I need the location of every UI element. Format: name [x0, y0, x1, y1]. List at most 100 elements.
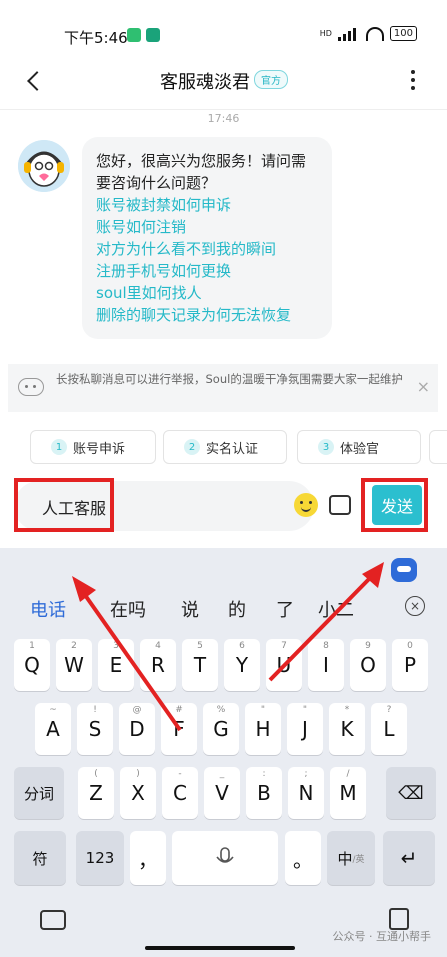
faq-link[interactable]: 账号被封禁如何申诉 — [96, 194, 318, 216]
faq-link[interactable]: soul里如何找人 — [96, 282, 318, 304]
lang-sub: /英 — [352, 854, 365, 865]
lang-main: 中 — [337, 849, 353, 868]
chip-number: 1 — [51, 439, 67, 455]
app-notification-icon — [127, 28, 141, 42]
quick-reply-chip-partial[interactable] — [429, 430, 447, 464]
key-fenci[interactable]: 分词 — [14, 767, 64, 819]
key-label: F — [173, 717, 185, 741]
service-bot-avatar-icon — [18, 140, 70, 192]
more-options-button[interactable] — [403, 68, 423, 92]
key-i[interactable]: 8I — [308, 639, 344, 691]
key-u[interactable]: 7U — [266, 639, 302, 691]
faq-link[interactable]: 对方为什么看不到我的瞬间 — [96, 238, 318, 260]
key-label: Z — [89, 781, 103, 805]
key-period[interactable]: 。 — [285, 831, 321, 885]
close-candidates-icon[interactable]: × — [405, 596, 425, 616]
key-j[interactable]: " J — [287, 703, 323, 755]
faq-link[interactable]: 注册手机号如何更换 — [96, 260, 318, 282]
key-symbols[interactable]: 符 — [14, 831, 66, 885]
keyboard: 电话 在吗 说 的 了 小二 × 1Q2W3E4R5T6Y7U8I9O0P ~ A… — [0, 548, 447, 957]
key-label: W — [64, 653, 84, 677]
candidate-word[interactable]: 说 — [181, 596, 199, 622]
key-b[interactable]: :B — [246, 767, 282, 819]
key-numbers[interactable]: 123 — [76, 831, 124, 885]
candidate-word[interactable]: 的 — [228, 596, 246, 622]
key-label: G — [213, 717, 229, 741]
clipboard-icon[interactable] — [389, 908, 409, 930]
key-r[interactable]: 4R — [140, 639, 176, 691]
key-q[interactable]: 1Q — [14, 639, 50, 691]
space-key[interactable] — [172, 831, 278, 885]
dot-icon — [411, 70, 415, 74]
key-p[interactable]: 0P — [392, 639, 428, 691]
key-label: J — [302, 717, 308, 741]
key-language-toggle[interactable]: 中/英 — [327, 831, 375, 885]
key-e[interactable]: 3E — [98, 639, 134, 691]
back-button[interactable] — [22, 67, 52, 97]
enter-key[interactable]: ↵ — [383, 831, 435, 885]
home-indicator[interactable] — [145, 946, 295, 950]
key-s[interactable]: ! S — [77, 703, 113, 755]
key-secondary-label: / — [346, 769, 350, 779]
key-y[interactable]: 6Y — [224, 639, 260, 691]
key-w[interactable]: 2W — [56, 639, 92, 691]
chip-label: 体验官 — [340, 441, 380, 457]
key-h[interactable]: " H — [245, 703, 281, 755]
official-badge: 官方 — [254, 70, 288, 89]
emoji-icon[interactable] — [294, 493, 318, 517]
key-g[interactable]: % G — [203, 703, 239, 755]
faq-link[interactable]: 删除的聊天记录为何无法恢复 — [96, 304, 318, 326]
key-secondary-label: : — [262, 769, 266, 779]
image-icon[interactable] — [329, 495, 351, 515]
key-secondary-label: ~ — [49, 705, 57, 715]
avatar[interactable] — [18, 140, 70, 192]
key-label: D — [129, 717, 145, 741]
chip-label: 账号申诉 — [73, 441, 126, 457]
close-icon[interactable]: × — [417, 377, 430, 396]
key-v[interactable]: _ V — [204, 767, 240, 819]
candidate-word[interactable]: 电话 — [30, 596, 66, 622]
quick-reply-chip[interactable]: 2 实名认证 — [163, 430, 287, 464]
dot-icon — [411, 86, 415, 90]
quick-reply-chip[interactable]: 1 账号申诉 — [30, 430, 156, 464]
chip-number: 3 — [318, 439, 334, 455]
report-notice: 长按私聊消息可以进行举报，Soul的温暖干净氛围需要大家一起维护 × — [8, 364, 438, 412]
key-secondary-label: ) — [136, 769, 140, 779]
key-secondary-label: 4 — [155, 641, 161, 651]
key-z[interactable]: (Z — [78, 767, 114, 819]
key-a[interactable]: ~ A — [35, 703, 71, 755]
candidate-word[interactable]: 了 — [276, 596, 294, 622]
key-k[interactable]: * K — [329, 703, 365, 755]
message-timestamp: 17:46 — [207, 112, 240, 125]
candidate-word[interactable]: 小二 — [318, 596, 354, 622]
backspace-key[interactable]: ⌫ — [386, 767, 436, 819]
quick-reply-chip[interactable]: 3 体验官 — [297, 430, 421, 464]
quick-reply-row: 1 账号申诉 2 实名认证 3 体验官 — [0, 430, 447, 466]
key-t[interactable]: 5T — [182, 639, 218, 691]
key-l[interactable]: ? L — [371, 703, 407, 755]
chat-bubble-icon — [18, 378, 44, 396]
key-label: R — [151, 653, 165, 677]
keyboard-assistant-icon[interactable] — [391, 558, 417, 582]
key-x[interactable]: ) X — [120, 767, 156, 819]
key-secondary-label: 9 — [365, 641, 371, 651]
key-label: C — [173, 781, 187, 805]
key-label: P — [403, 653, 417, 677]
battery-icon: 100 — [389, 26, 417, 41]
key-comma[interactable]: ， — [130, 831, 166, 885]
key-label: Q — [24, 653, 40, 677]
key-n[interactable]: ; N — [288, 767, 324, 819]
key-o[interactable]: 9O — [350, 639, 386, 691]
key-d[interactable]: @ D — [119, 703, 155, 755]
key-f[interactable]: # F — [161, 703, 197, 755]
microphone-icon — [216, 847, 234, 863]
faq-link[interactable]: 账号如何注销 — [96, 216, 318, 238]
key-m[interactable]: / M — [330, 767, 366, 819]
key-secondary-label: _ — [219, 769, 225, 779]
keyboard-switch-icon[interactable] — [40, 910, 66, 930]
key-secondary-label: % — [216, 705, 226, 715]
key-label: M — [339, 781, 357, 805]
key-c[interactable]: -C — [162, 767, 198, 819]
candidate-bar: 电话 在吗 说 的 了 小二 × — [0, 592, 447, 628]
candidate-word[interactable]: 在吗 — [110, 596, 146, 622]
